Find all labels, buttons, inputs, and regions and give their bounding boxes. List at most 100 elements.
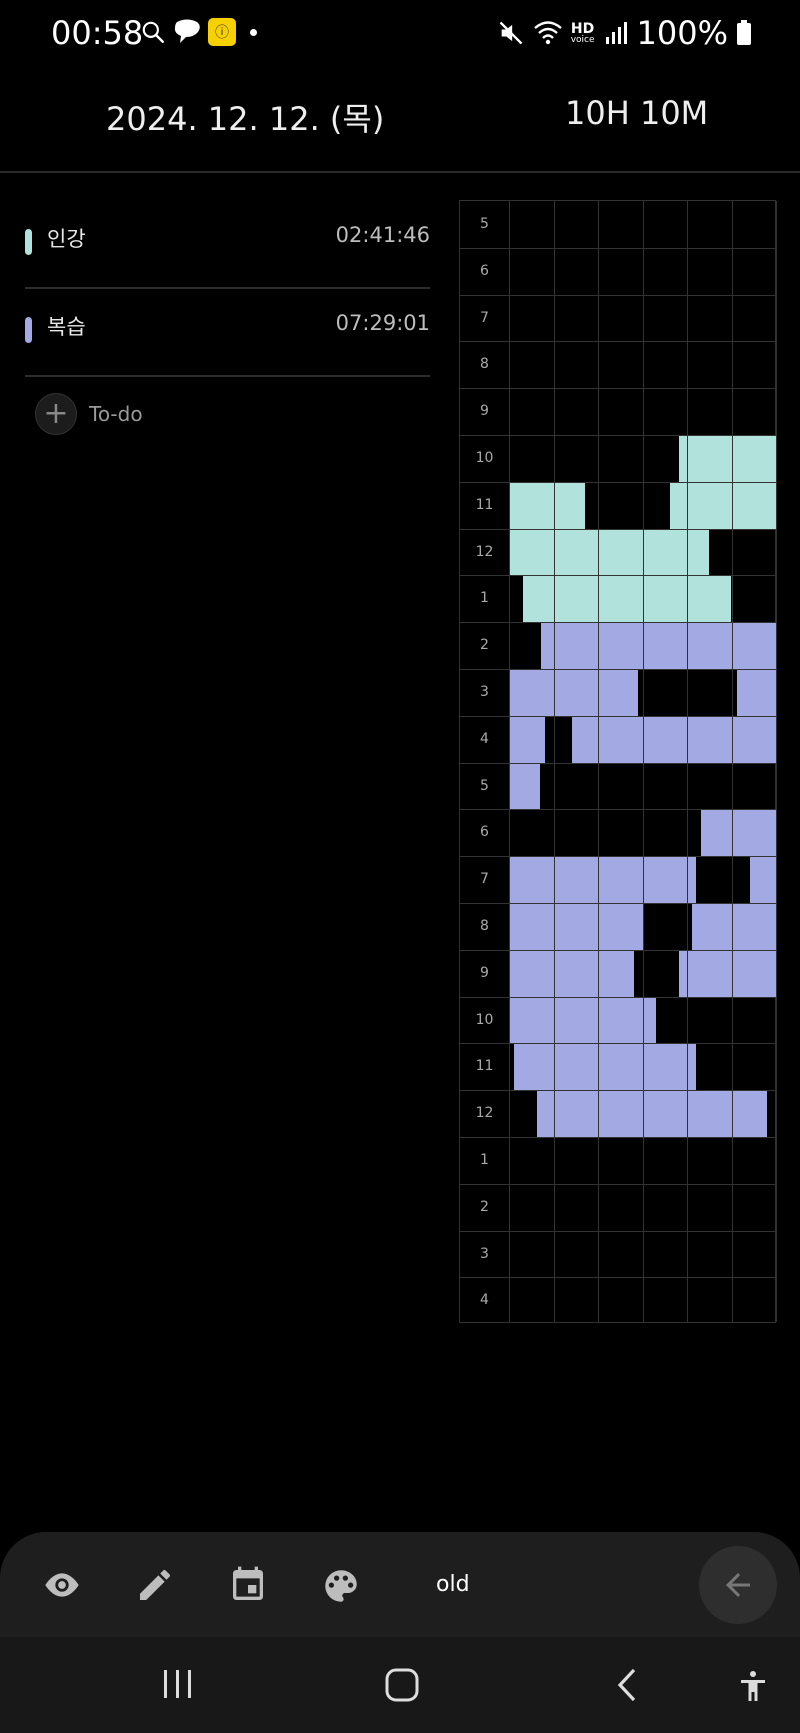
hour-label: 12 (475, 543, 494, 560)
grid-hline (460, 247, 775, 249)
time-block-복습[interactable] (510, 763, 541, 810)
toolbar-text[interactable]: old (436, 1572, 470, 1597)
hour-label: 1 (480, 590, 489, 607)
status-time: 00:58 (51, 14, 144, 52)
hd-label: HD (570, 20, 595, 37)
time-block-복습[interactable] (736, 670, 776, 716)
status-notification-icons: ⓘ (140, 18, 257, 46)
hour-label: 4 (480, 1292, 489, 1309)
grid-hline (460, 1183, 775, 1185)
time-block-복습[interactable] (510, 904, 643, 950)
task-color-bar (25, 229, 32, 255)
battery-percent: 100% (636, 14, 728, 52)
grid-vline (553, 201, 555, 1322)
calendar-icon[interactable] (228, 1565, 268, 1605)
hour-label: 4 (480, 730, 489, 747)
time-block-복습[interactable] (510, 997, 656, 1044)
hour-label: 10 (475, 450, 494, 466)
time-block-복습[interactable] (510, 670, 639, 716)
hour-label: 3 (480, 1245, 489, 1262)
hour-label: 8 (480, 918, 489, 934)
signal-icon (605, 22, 627, 44)
task-item[interactable]: 인강 02:41:46 (25, 199, 430, 289)
grid-vline (776, 201, 777, 1322)
hour-label: 3 (480, 684, 489, 700)
task-color-bar (25, 317, 32, 343)
palette-icon[interactable] (320, 1565, 362, 1607)
grid-vline (687, 201, 688, 1322)
time-block-복습[interactable] (541, 623, 776, 669)
time-block-복습[interactable] (510, 950, 634, 997)
arrow-left-button[interactable] (699, 1546, 777, 1624)
grid-vline (598, 201, 599, 1322)
chat-bubble-icon (174, 19, 200, 43)
status-bar: 00:58 ⓘ HD voice 100% (0, 0, 800, 70)
time-block-복습[interactable] (510, 716, 545, 763)
time-block-복습[interactable] (692, 904, 776, 950)
notification-dot-icon (250, 28, 257, 36)
recent-apps-icon[interactable] (160, 1667, 196, 1701)
time-block-인강[interactable] (510, 482, 585, 529)
date-title[interactable]: 2024. 12. 12. (목) (106, 94, 384, 140)
time-block-복습[interactable] (679, 950, 776, 997)
hour-label: 11 (475, 1058, 494, 1075)
system-nav-bar (0, 1637, 800, 1733)
time-block-복습[interactable] (701, 810, 776, 857)
time-block-복습[interactable] (510, 857, 696, 903)
grid-hline (460, 715, 775, 717)
hour-label: 2 (480, 637, 489, 654)
hour-label: 1 (480, 1152, 489, 1168)
task-item[interactable]: 복습 07:29:01 (25, 287, 430, 377)
hour-label: 11 (475, 496, 494, 513)
back-icon[interactable] (612, 1667, 642, 1703)
hour-label: 6 (480, 262, 489, 279)
kakao-icon: ⓘ (208, 18, 236, 46)
grid-hline (460, 481, 775, 483)
hd-voice-icon: HD voice (571, 22, 595, 45)
grid-hline (460, 622, 775, 624)
task-duration: 02:41:46 (335, 223, 430, 247)
time-block-복습[interactable] (536, 1091, 768, 1137)
plus-icon: + (35, 393, 77, 435)
total-time: 10H 10M (565, 94, 709, 132)
task-name: 인강 (47, 227, 86, 251)
time-block-복습[interactable] (750, 857, 776, 903)
add-todo-button[interactable]: + To-do (35, 393, 143, 435)
hour-label: 7 (480, 871, 489, 888)
grid-hline (460, 1230, 775, 1232)
kakao-label: ⓘ (215, 25, 229, 41)
time-block-인강[interactable] (510, 529, 710, 576)
eye-icon[interactable] (40, 1565, 84, 1605)
hour-label: 9 (480, 403, 489, 420)
task-name: 복습 (47, 315, 86, 339)
time-block-인강[interactable] (523, 576, 732, 623)
pencil-icon[interactable] (135, 1565, 175, 1605)
grid-hline (460, 1277, 775, 1279)
voice-label: voice (570, 34, 595, 45)
grid-hline (460, 1043, 775, 1045)
hour-label: 6 (480, 824, 489, 841)
bottom-toolbar: old (0, 1532, 800, 1637)
time-block-복습[interactable] (572, 716, 776, 763)
home-icon[interactable] (384, 1667, 420, 1703)
todo-label: To-do (89, 402, 143, 426)
hour-label: 7 (480, 309, 489, 326)
time-block-인강[interactable] (679, 436, 776, 482)
time-block-복습[interactable] (514, 1044, 696, 1091)
task-duration: 07:29:01 (335, 311, 430, 335)
hour-label: 2 (480, 1198, 489, 1215)
accessibility-icon[interactable] (735, 1667, 771, 1705)
header: 2024. 12. 12. (목) 10H 10M (0, 78, 800, 170)
header-divider (0, 171, 800, 173)
grid-hline (460, 949, 775, 951)
grid-hline (460, 762, 775, 764)
grid-hline (460, 575, 775, 577)
grid-hline (460, 856, 775, 858)
arrow-left-icon (726, 1573, 750, 1597)
grid-hline (460, 1090, 775, 1092)
grid-hline (460, 528, 775, 530)
hour-label: 10 (475, 1011, 494, 1028)
timetable-grid[interactable]: 5 6 7 8 9 10 11 12 1 2 3 4 5 6 7 8 9 10 11 12 1 2 3 4 (459, 200, 777, 1323)
search-icon (142, 21, 164, 43)
hour-label: 9 (480, 964, 489, 981)
